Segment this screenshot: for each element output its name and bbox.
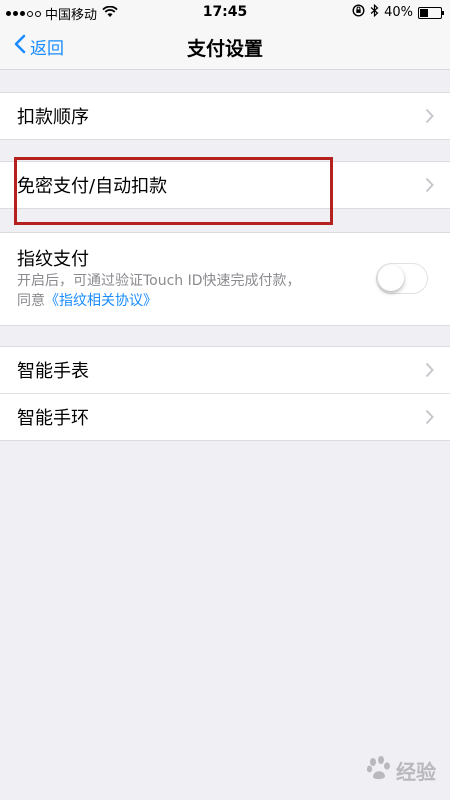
row-fingerprint-pay: 指纹支付 开启后，可通过验证Touch ID快速完成付款， 同意《指纹相关协议》 (0, 233, 450, 325)
fingerprint-description: 开启后，可通过验证Touch ID快速完成付款， 同意《指纹相关协议》 (17, 271, 367, 311)
status-bar: 中国移动 17:45 40% (0, 0, 450, 24)
toggle-knob (378, 265, 404, 291)
paw-logo-icon (366, 755, 392, 786)
chevron-right-icon (425, 362, 434, 383)
group-deduct-order: 扣款顺序 (0, 92, 450, 140)
smart-watch-label: 智能手表 (17, 361, 89, 382)
page-title: 支付设置 (186, 38, 263, 60)
fingerprint-desc-prefix: 同意 (17, 293, 45, 309)
bluetooth-icon (370, 3, 379, 21)
row-auto-deduct[interactable]: 免密支付/自动扣款 (0, 162, 450, 208)
group-fingerprint: 指纹支付 开启后，可通过验证Touch ID快速完成付款， 同意《指纹相关协议》 (0, 232, 450, 326)
baidu-watermark: 经验 (366, 755, 436, 786)
smart-band-label: 智能手环 (17, 408, 89, 429)
chevron-right-icon (425, 108, 434, 129)
watermark-text: 经验 (396, 760, 436, 784)
deduct-order-label: 扣款顺序 (17, 107, 89, 128)
auto-deduct-label: 免密支付/自动扣款 (17, 176, 168, 197)
status-right: 40% (352, 3, 444, 21)
fingerprint-toggle[interactable] (376, 263, 428, 294)
battery-percent: 40% (384, 5, 413, 20)
group-auto-deduct: 免密支付/自动扣款 (0, 161, 450, 209)
chevron-right-icon (425, 177, 434, 198)
row-deduct-order[interactable]: 扣款顺序 (0, 93, 450, 139)
nav-bar: 返回 支付设置 (0, 24, 450, 70)
fingerprint-agreement-link[interactable]: 《指纹相关协议》 (45, 293, 157, 309)
chevron-right-icon (425, 409, 434, 430)
fingerprint-title: 指纹支付 (17, 249, 89, 270)
battery-icon (418, 6, 444, 19)
row-smart-band[interactable]: 智能手环 (0, 393, 450, 440)
fingerprint-desc-line1: 开启后，可通过验证Touch ID快速完成付款， (17, 273, 301, 289)
fingerprint-desc-line2: 同意《指纹相关协议》 (17, 291, 367, 311)
row-smart-watch[interactable]: 智能手表 (0, 347, 450, 393)
group-smart-devices: 智能手表 智能手环 (0, 346, 450, 441)
orientation-lock-icon (352, 4, 365, 21)
